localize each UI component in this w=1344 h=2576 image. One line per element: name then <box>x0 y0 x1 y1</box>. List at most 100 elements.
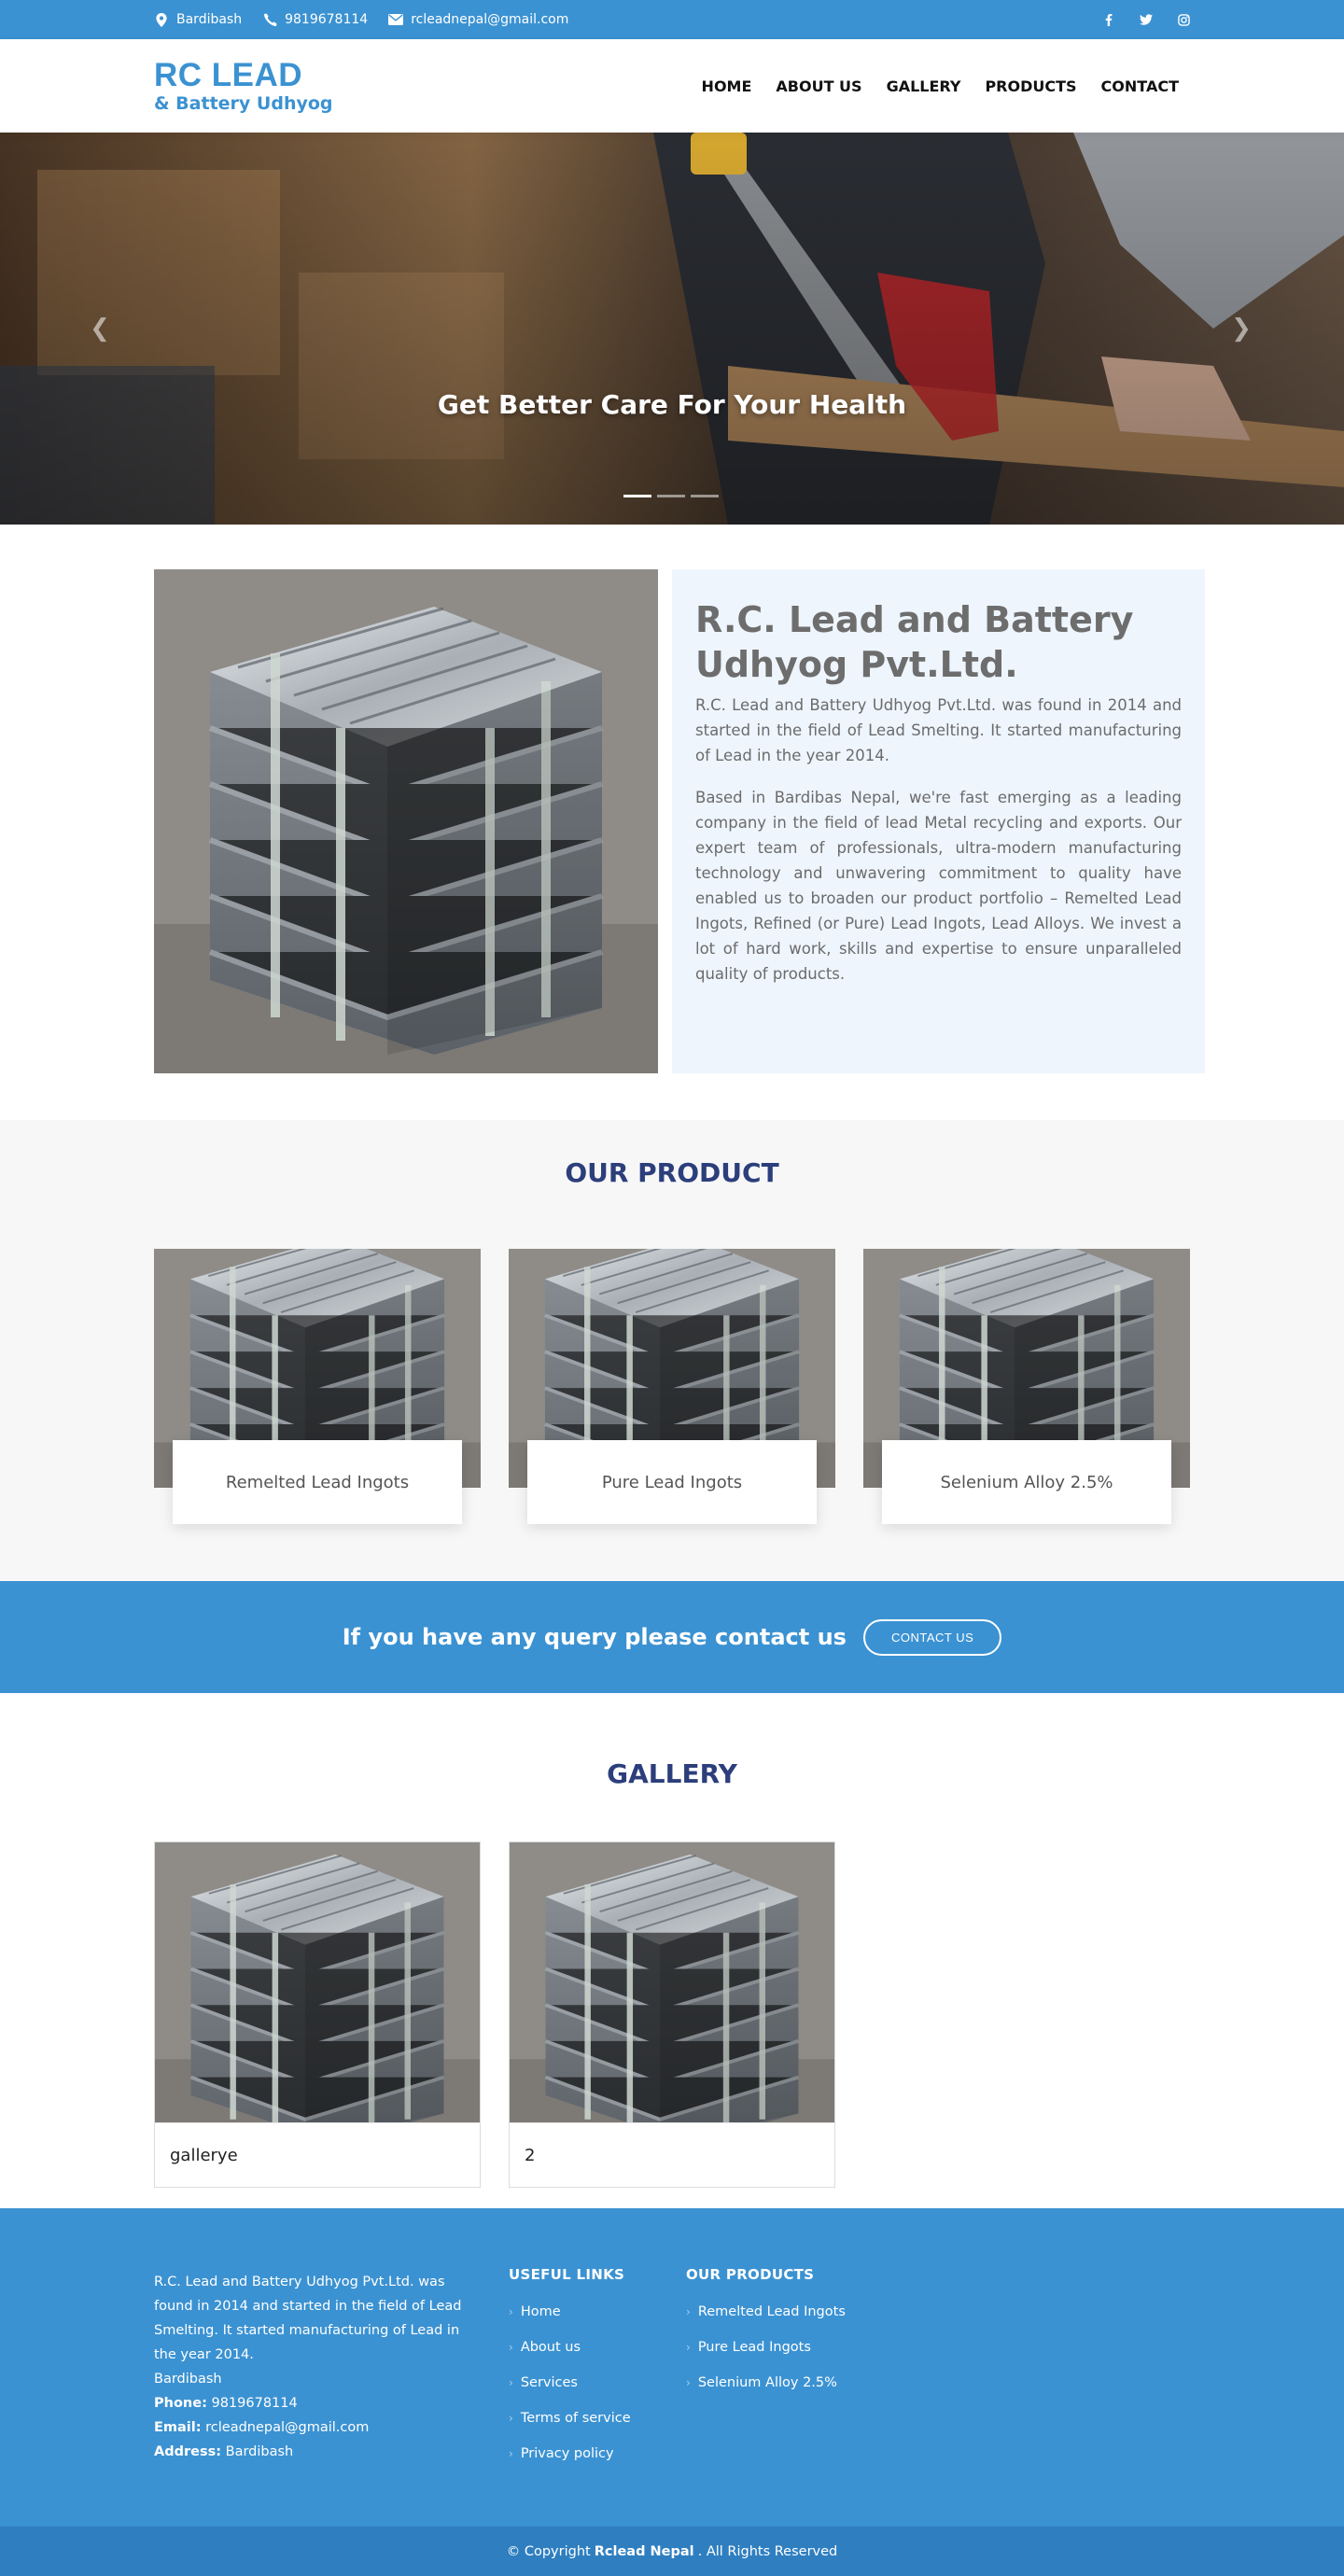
carousel-next-icon[interactable]: ❯ <box>1227 315 1255 343</box>
copyright-bar: © Copyright Rclead Nepal . All Rights Re… <box>0 2527 1344 2576</box>
footer-phone: Phone: 9819678114 <box>154 2391 481 2415</box>
top-bar: Bardibash 9819678114 rcleadnepal@gmail.c… <box>0 0 1344 39</box>
footer-product-link[interactable]: › Selenium Alloy 2.5% <box>686 2365 846 2401</box>
products-section: OUR PRODUCT Remelted Lead Ingots Pure Le… <box>0 1120 1344 1581</box>
chevron-right-icon: › <box>509 2412 513 2425</box>
topbar-email[interactable]: rcleadnepal@gmail.com <box>388 12 568 27</box>
topbar-phone[interactable]: 9819678114 <box>262 12 368 27</box>
nav-home[interactable]: HOME <box>702 77 752 95</box>
carousel-indicator[interactable] <box>623 495 651 497</box>
about-ingots-image <box>154 569 658 1073</box>
footer-link-label: Services <box>520 2375 578 2390</box>
chevron-right-icon: › <box>509 2376 513 2389</box>
social-links <box>1101 12 1191 27</box>
chevron-right-icon: › <box>509 2447 513 2460</box>
site-footer: R.C. Lead and Battery Udhyog Pvt.Ltd. wa… <box>0 2208 1344 2527</box>
chevron-right-icon: › <box>686 2376 691 2389</box>
chevron-right-icon: › <box>509 2341 513 2354</box>
gallery-caption: 2 <box>510 2122 834 2187</box>
product-card[interactable]: Remelted Lead Ingots <box>154 1249 481 1524</box>
hero-image <box>0 133 1344 525</box>
footer-link-home[interactable]: › Home <box>509 2294 631 2330</box>
footer-about-text: R.C. Lead and Battery Udhyog Pvt.Ltd. wa… <box>154 2275 462 2362</box>
carousel-prev-icon[interactable]: ❮ <box>86 315 114 343</box>
footer-link-label: About us <box>520 2340 581 2355</box>
topbar-location: Bardibash <box>154 12 242 27</box>
footer-link-about[interactable]: › About us <box>509 2330 631 2365</box>
product-card[interactable]: Pure Lead Ingots <box>509 1249 835 1524</box>
nav-contact[interactable]: CONTACT <box>1101 77 1179 95</box>
hero-carousel: ❮ ❯ Get Better Care For Your Health <box>0 133 1344 525</box>
chevron-right-icon: › <box>509 2305 513 2318</box>
gallery-card[interactable]: 2 <box>509 1841 835 2188</box>
gallery-image <box>155 1842 480 2122</box>
footer-product-label: Remelted Lead Ingots <box>697 2304 846 2319</box>
footer-address-value: Bardibash <box>225 2444 294 2459</box>
footer-link-terms[interactable]: › Terms of service <box>509 2401 631 2436</box>
about-paragraph-2: Based in Bardibas Nepal, we're fast emer… <box>695 789 1182 983</box>
gallery-card[interactable]: gallerye <box>154 1841 481 2188</box>
carousel-indicator[interactable] <box>691 495 719 497</box>
envelope-icon <box>388 12 404 27</box>
product-card[interactable]: Selenium Alloy 2.5% <box>863 1249 1190 1524</box>
carousel-indicator[interactable] <box>657 495 685 497</box>
product-name[interactable]: Remelted Lead Ingots <box>173 1440 462 1524</box>
footer-link-label: Home <box>520 2304 561 2319</box>
topbar-contact-list: Bardibash 9819678114 rcleadnepal@gmail.c… <box>154 12 568 27</box>
about-paragraph-1: R.C. Lead and Battery Udhyog Pvt.Ltd. wa… <box>695 696 1182 764</box>
footer-link-services[interactable]: › Services <box>509 2365 631 2401</box>
footer-address-label: Address: <box>154 2444 222 2459</box>
gallery-title: GALLERY <box>607 1758 737 1789</box>
site-logo[interactable]: RC LEAD & Battery Udhyog <box>154 59 333 113</box>
footer-product-link[interactable]: › Pure Lead Ingots <box>686 2330 846 2365</box>
footer-product-label: Pure Lead Ingots <box>697 2340 811 2355</box>
product-name[interactable]: Pure Lead Ingots <box>527 1440 817 1524</box>
hero-title: Get Better Care For Your Health <box>437 389 907 420</box>
footer-link-privacy[interactable]: › Privacy policy <box>509 2436 631 2471</box>
footer-email-value[interactable]: rcleadnepal@gmail.com <box>205 2420 369 2435</box>
logo-main-text: RC LEAD <box>154 57 303 93</box>
footer-products-title: OUR PRODUCTS <box>686 2266 815 2283</box>
carousel-indicators <box>623 495 719 497</box>
nav-gallery[interactable]: GALLERY <box>887 77 961 95</box>
footer-phone-value[interactable]: 9819678114 <box>211 2396 297 2411</box>
site-header: RC LEAD & Battery Udhyog HOME ABOUT US G… <box>0 39 1344 133</box>
product-name[interactable]: Selenium Alloy 2.5% <box>882 1440 1171 1524</box>
about-text-box: R.C. Lead and Battery Udhyog Pvt.Ltd. R.… <box>672 569 1205 1073</box>
topbar-email-text: rcleadnepal@gmail.com <box>411 12 569 27</box>
footer-address: Address: Bardibash <box>154 2440 481 2464</box>
footer-location: Bardibash <box>154 2372 222 2387</box>
gallery-caption: gallerye <box>155 2122 480 2187</box>
nav-about-us[interactable]: ABOUT US <box>776 77 861 95</box>
gallery-image <box>510 1842 834 2122</box>
twitter-icon[interactable] <box>1139 12 1154 27</box>
map-marker-icon <box>154 12 169 27</box>
gallery-section: GALLERY gallerye 2 <box>0 1693 1344 2208</box>
footer-products: OUR PRODUCTS › Remelted Lead Ingots › Pure… <box>686 2266 846 2401</box>
footer-links-title: USEFUL LINKS <box>509 2266 625 2283</box>
footer-about: R.C. Lead and Battery Udhyog Pvt.Ltd. wa… <box>154 2270 481 2464</box>
footer-email: Email: rcleadnepal@gmail.com <box>154 2415 481 2440</box>
topbar-location-text: Bardibash <box>176 12 243 27</box>
contact-cta: If you have any query please contact us … <box>0 1581 1344 1693</box>
cta-text: If you have any query please contact us <box>342 1624 847 1650</box>
logo-sub-text: & Battery Udhyog <box>154 93 333 114</box>
copyright-brand[interactable]: Rclead Nepal <box>595 2544 694 2559</box>
chevron-right-icon: › <box>686 2305 691 2318</box>
footer-product-label: Selenium Alloy 2.5% <box>697 2375 837 2390</box>
about-title: R.C. Lead and Battery Udhyog Pvt.Ltd. <box>695 599 1134 685</box>
main-nav: HOME ABOUT US GALLERY PRODUCTS CONTACT <box>702 77 1179 95</box>
facebook-icon[interactable] <box>1101 12 1116 27</box>
footer-link-label: Privacy policy <box>520 2446 614 2461</box>
footer-email-label: Email: <box>154 2420 202 2435</box>
instagram-icon[interactable] <box>1176 12 1191 27</box>
footer-useful-links: USEFUL LINKS › Home › About us › Services ›… <box>509 2266 631 2471</box>
nav-products[interactable]: PRODUCTS <box>985 77 1076 95</box>
copyright-suffix: . All Rights Reserved <box>697 2543 838 2559</box>
copyright-prefix: © Copyright <box>506 2543 591 2559</box>
contact-us-button[interactable]: CONTACT US <box>862 1618 1002 1656</box>
footer-product-link[interactable]: › Remelted Lead Ingots <box>686 2294 846 2330</box>
chevron-right-icon: › <box>686 2341 691 2354</box>
about-section: R.C. Lead and Battery Udhyog Pvt.Ltd. R.… <box>0 525 1344 1120</box>
footer-phone-label: Phone: <box>154 2396 207 2411</box>
